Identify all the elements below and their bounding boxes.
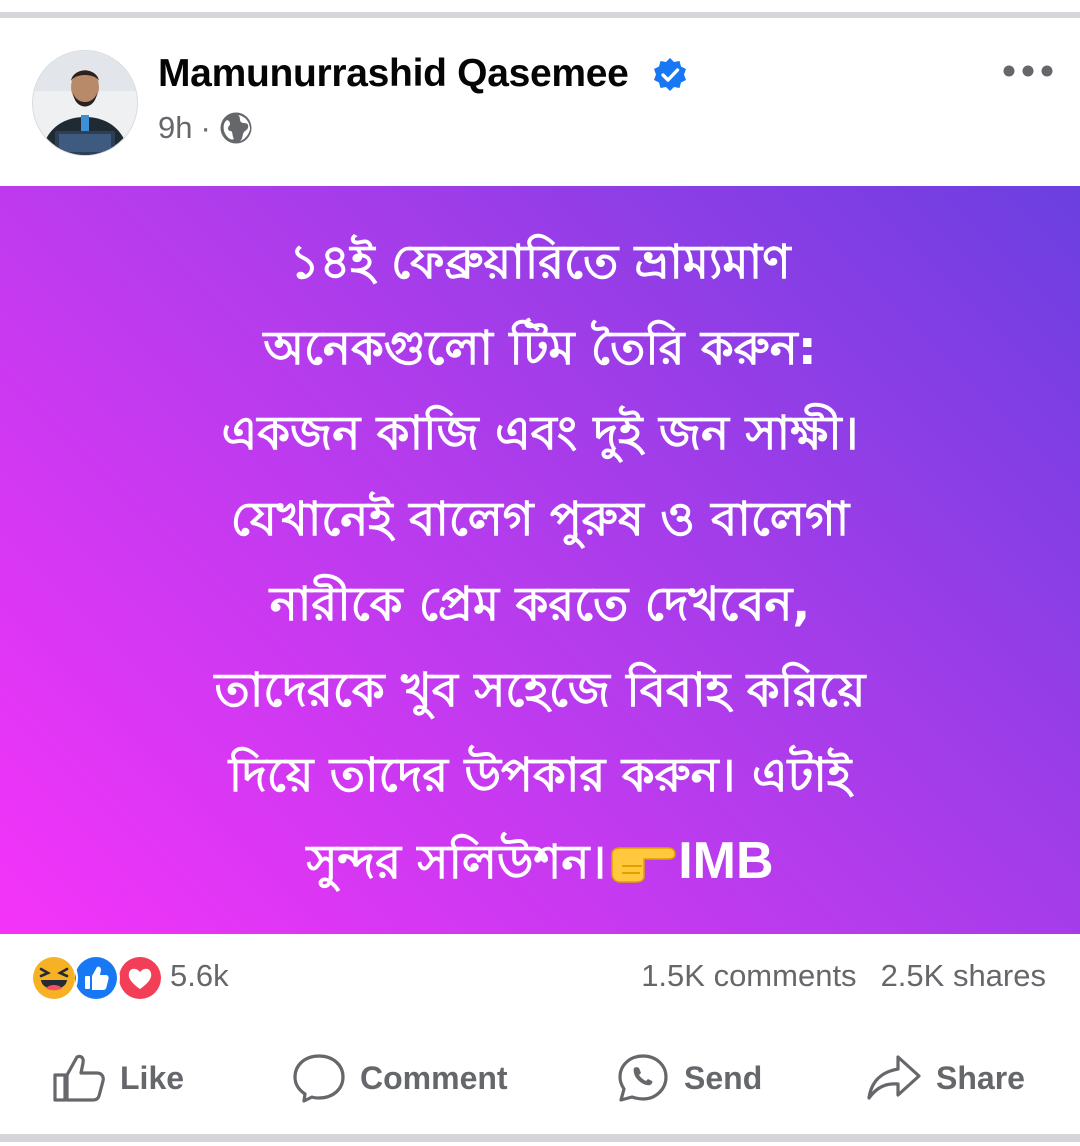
post-signature: IMB xyxy=(678,831,774,890)
post-text-line: তাদেরকে খুব সহেজে বিবাহ করিয়ে xyxy=(214,662,866,718)
author-avatar[interactable] xyxy=(32,50,138,156)
thumbs-up-icon xyxy=(53,1054,105,1102)
reaction-count[interactable]: 5.6k xyxy=(170,958,229,994)
whatsapp-icon xyxy=(618,1054,668,1102)
post-text-line: নারীকে প্রেম করতে দেখবেন, xyxy=(269,577,811,632)
send-button[interactable]: Send xyxy=(616,1050,762,1106)
share-arrow-icon xyxy=(867,1055,921,1100)
comment-icon xyxy=(293,1054,345,1103)
backhand-index-pointing-right-icon xyxy=(611,846,676,883)
share-button[interactable]: Share xyxy=(866,1050,1025,1106)
avatar-photo xyxy=(33,51,137,155)
post-text-line: যেখানেই বালেগ পুরুষ ও বালেগা xyxy=(230,491,850,547)
bottom-divider xyxy=(0,1134,1080,1142)
haha-icon xyxy=(30,954,78,1002)
share-label: Share xyxy=(936,1059,1025,1096)
post-text-line: একজন কাজি এবং দুই জন সাক্ষী। xyxy=(221,406,859,461)
post-time[interactable]: 9h xyxy=(158,110,192,146)
love-icon xyxy=(116,954,164,1002)
engagement-stats: 1.5K comments 2.5K shares xyxy=(641,958,1046,994)
like-label: Like xyxy=(120,1059,185,1096)
post-text-line: ১৪ই ফেব্রুয়ারিতে ভ্রাম্যমাণ xyxy=(289,235,791,290)
post-text-line: অনেকগুলো টিম তৈরি করুন: xyxy=(263,320,817,376)
like-icon xyxy=(72,954,120,1002)
post-text-line: দিয়ে তাদের উপকার করুন। এটাই xyxy=(228,748,852,803)
post-text: ১৪ই ফেব্রুয়ারিতে ভ্রাম্যমাণ অনেকগুলো টি… xyxy=(40,220,1040,905)
globe-icon[interactable] xyxy=(219,111,253,145)
author-name[interactable]: Mamunurrashid Qasemee xyxy=(158,52,629,96)
post-text-last-line: সুন্দর সলিউশন। IMB xyxy=(40,819,1040,906)
like-button[interactable]: Like xyxy=(52,1050,184,1106)
post-text-line: সুন্দর সলিউশন। xyxy=(306,834,607,890)
shares-count[interactable]: 2.5K shares xyxy=(881,958,1046,993)
comment-button[interactable]: Comment xyxy=(292,1050,508,1106)
verified-badge-icon xyxy=(654,58,686,91)
comments-count[interactable]: 1.5K comments xyxy=(641,958,856,993)
reaction-icons[interactable] xyxy=(30,954,164,1002)
comment-label: Comment xyxy=(360,1059,508,1096)
top-divider xyxy=(0,12,1080,18)
post-meta: 9h · xyxy=(158,108,253,148)
meta-separator: · xyxy=(200,110,211,145)
post-background-card: ১৪ই ফেব্রুয়ারিতে ভ্রাম্যমাণ অনেকগুলো টি… xyxy=(0,186,1080,934)
more-options-icon[interactable] xyxy=(1000,62,1056,80)
send-label: Send xyxy=(684,1059,763,1096)
